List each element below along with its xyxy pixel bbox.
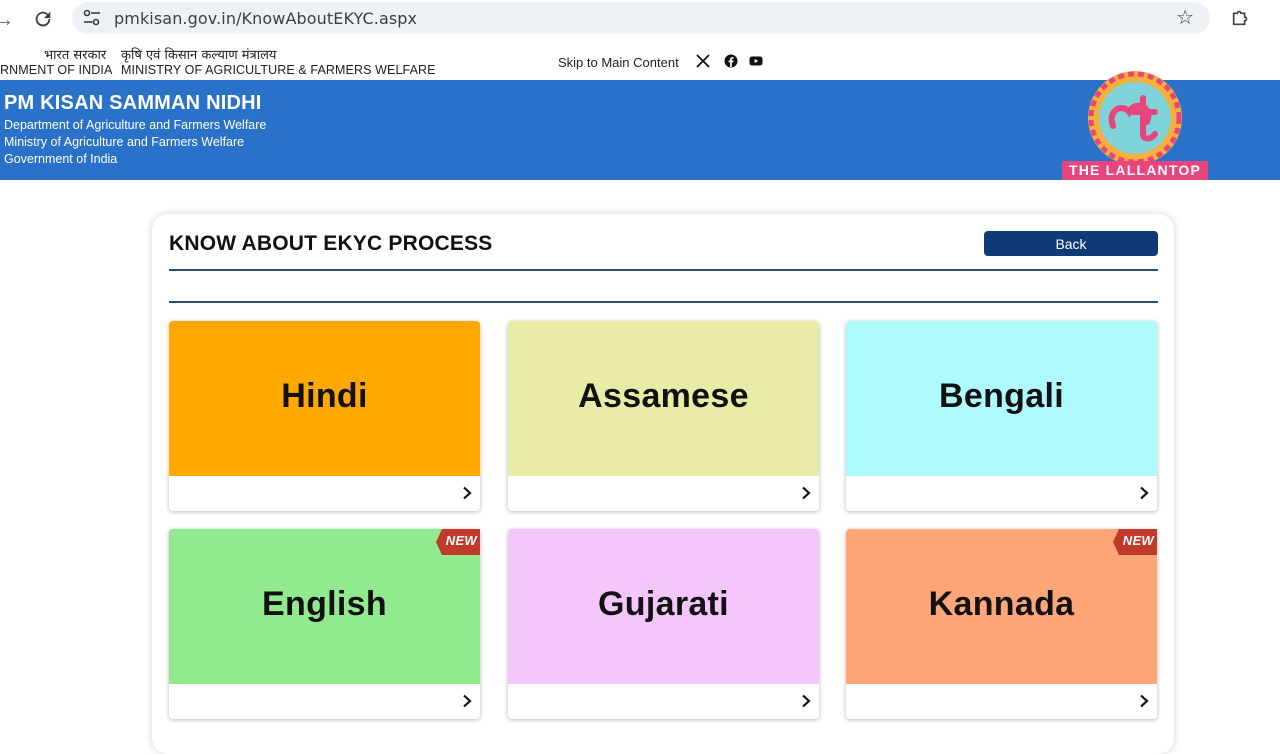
divider-top — [169, 269, 1158, 271]
card-footer[interactable] — [169, 684, 480, 719]
language-label: English — [262, 585, 387, 623]
chevron-right-icon — [1140, 694, 1149, 708]
language-card-kannada[interactable]: Kannada NEW — [846, 529, 1157, 719]
language-label: Kannada — [928, 585, 1075, 623]
department-label: Department of Agriculture and Farmers We… — [4, 118, 267, 132]
page-title: KNOW ABOUT EKYC PROCESS — [169, 232, 493, 255]
divider-bottom — [169, 301, 1158, 303]
lallantop-logo-text: THE LALLANTOP — [1062, 161, 1208, 180]
site-info-icon[interactable] — [82, 9, 102, 27]
chevron-right-icon — [463, 486, 472, 500]
back-button[interactable]: Back — [984, 231, 1158, 256]
language-label: Gujarati — [598, 585, 729, 623]
bookmark-star-icon[interactable]: ☆ — [1176, 7, 1194, 29]
youtube-icon[interactable] — [749, 54, 763, 68]
skip-to-main-link[interactable]: Skip to Main Content — [558, 55, 679, 70]
ministry-label: Ministry of Agriculture and Farmers Welf… — [4, 135, 245, 149]
card-footer[interactable] — [508, 476, 819, 511]
extensions-icon[interactable] — [1230, 6, 1252, 28]
url-text[interactable]: pmkisan.gov.in/KnowAboutEKYC.aspx — [114, 9, 417, 28]
ekyc-content-card: KNOW ABOUT EKYC PROCESS Back Hindi Assam… — [152, 214, 1174, 754]
new-badge-label: NEW — [445, 533, 477, 548]
chevron-right-icon — [1140, 486, 1149, 500]
language-card-english[interactable]: English NEW — [169, 529, 480, 719]
site-title[interactable]: PM KISAN SAMMAN NIDHI — [4, 92, 262, 115]
language-label: Bengali — [939, 377, 1064, 415]
address-bar[interactable]: pmkisan.gov.in/KnowAboutEKYC.aspx ☆ — [72, 2, 1210, 34]
language-card-gujarati[interactable]: Gujarati — [508, 529, 819, 719]
gov-hindi-label: भारत सरकार — [44, 48, 107, 63]
facebook-icon[interactable] — [724, 54, 738, 68]
card-footer[interactable] — [846, 684, 1157, 719]
chevron-right-icon — [463, 694, 472, 708]
ministry-english-label: MINISTRY OF AGRICULTURE & FARMERS WELFAR… — [121, 63, 436, 77]
reload-icon[interactable] — [32, 8, 54, 30]
language-card-bengali[interactable]: Bengali — [846, 321, 1157, 511]
language-label: Assamese — [578, 377, 749, 415]
card-footer[interactable] — [846, 476, 1157, 511]
chevron-right-icon — [802, 486, 811, 500]
gov-english-label: RNMENT OF INDIA — [0, 63, 113, 77]
chevron-right-icon — [802, 694, 811, 708]
language-card-assamese[interactable]: Assamese — [508, 321, 819, 511]
government-label: Government of India — [4, 152, 118, 166]
language-label: Hindi — [281, 377, 368, 415]
browser-toolbar: → pmkisan.gov.in/KnowAboutEKYC.aspx ☆ — [0, 0, 1280, 45]
card-footer[interactable] — [508, 684, 819, 719]
ministry-hindi-label: कृषि एवं किसान कल्याण मंत्रालय — [121, 48, 277, 63]
card-footer[interactable] — [169, 476, 480, 511]
new-badge-label: NEW — [1122, 533, 1154, 548]
x-twitter-icon[interactable] — [696, 54, 710, 68]
language-card-hindi[interactable]: Hindi — [169, 321, 480, 511]
forward-icon[interactable]: → — [0, 10, 14, 30]
